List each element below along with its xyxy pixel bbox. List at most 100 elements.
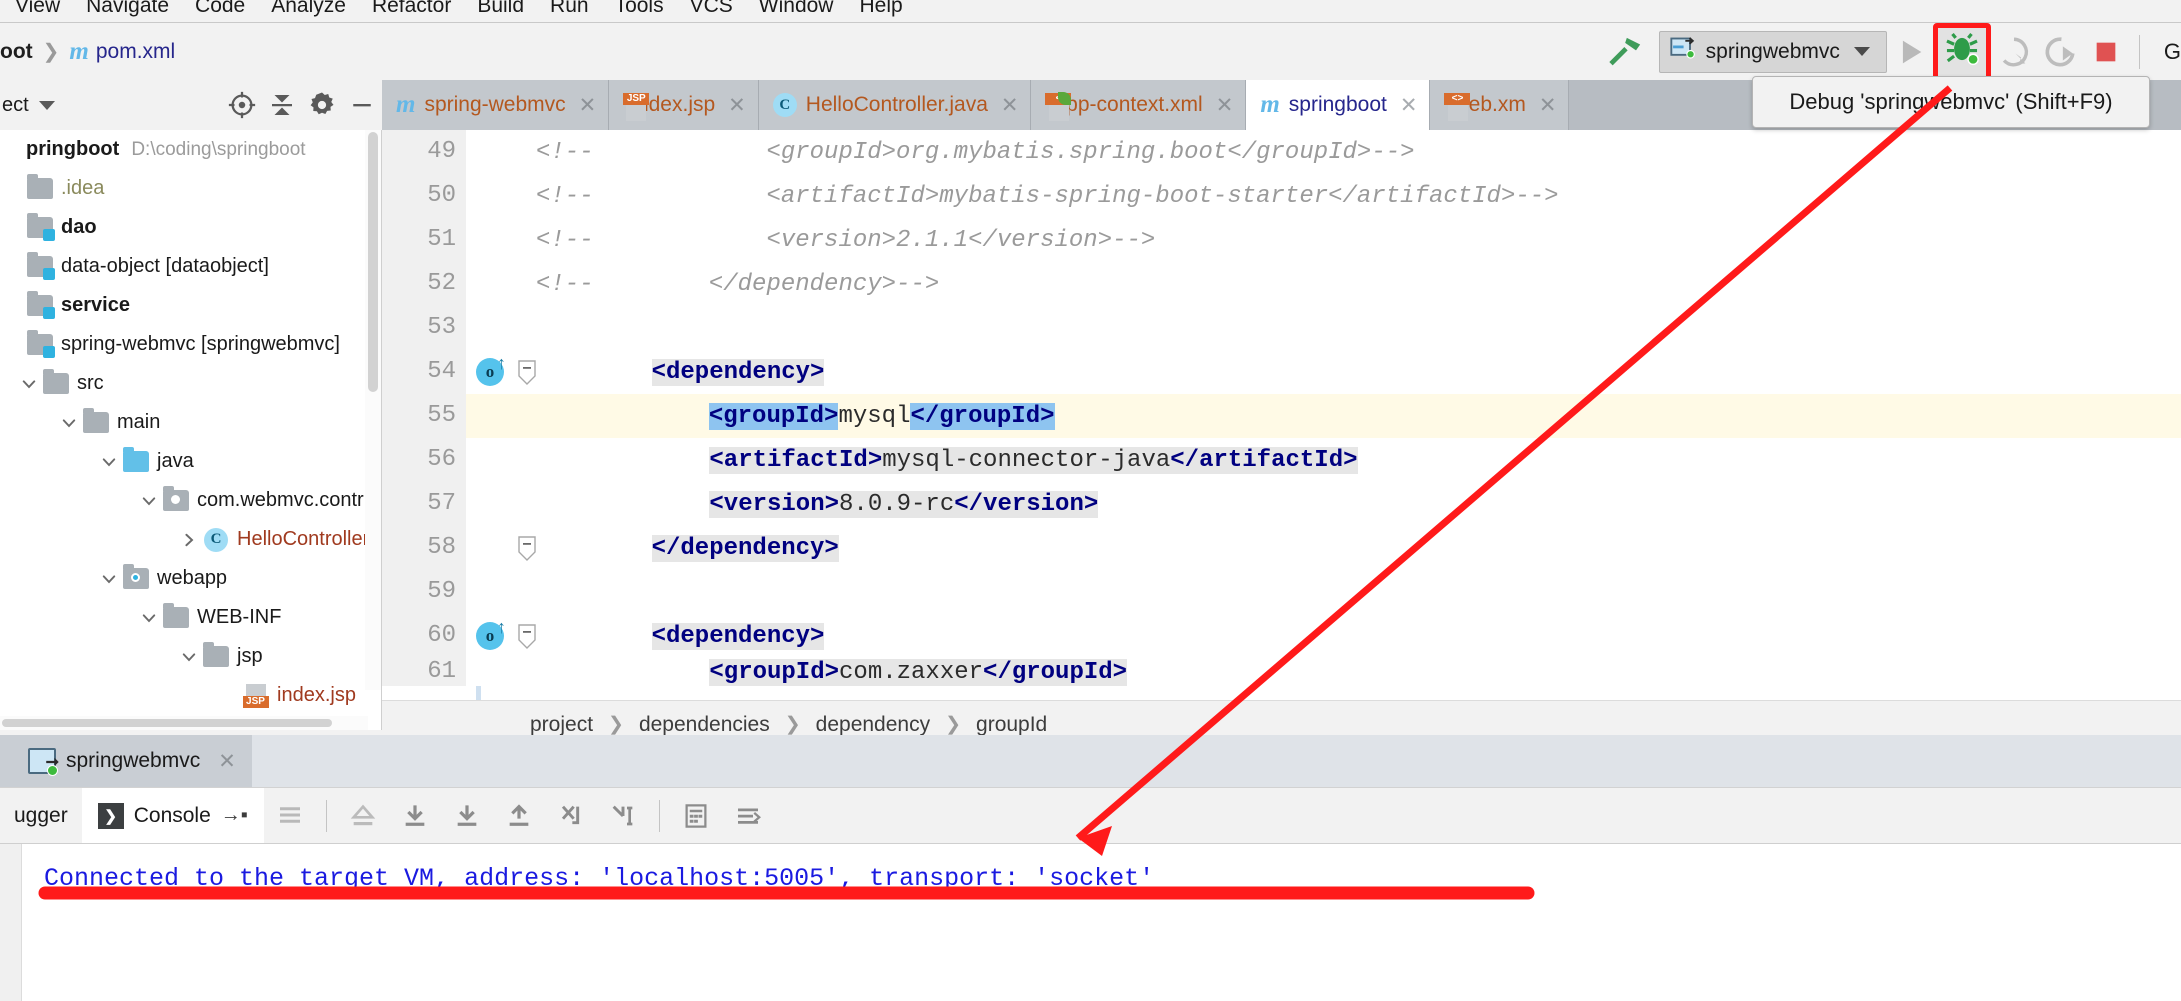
console-output-panel[interactable]: Connected to the target VM, address: 'lo… xyxy=(0,843,2181,1001)
chevron-down-icon[interactable] xyxy=(136,492,162,510)
code-line[interactable]: 52 <!-- </dependency>--> xyxy=(382,262,2181,306)
code-line[interactable]: 54 o ↑ <dependency> xyxy=(382,350,2181,394)
close-icon[interactable]: ✕ xyxy=(728,93,746,118)
editor-tab-spring-webmvc[interactable]: m spring-webmvc ✕ xyxy=(382,80,610,130)
debugger-tab-label[interactable]: ugger xyxy=(0,804,82,828)
code-line[interactable]: 50 <!-- <artifactId>mybatis-spring-boot-s… xyxy=(382,174,2181,218)
tab-console[interactable]: ❯ Console →▪ xyxy=(81,787,264,844)
code-line[interactable]: 53 xyxy=(382,306,2181,350)
breadcrumb-project[interactable]: project xyxy=(530,713,593,737)
code-line[interactable]: 57 <version>8.0.9-rc</version> xyxy=(382,482,2181,526)
project-tree-scrollbar[interactable] xyxy=(365,130,381,690)
chevron-down-icon[interactable] xyxy=(96,453,122,471)
close-icon[interactable]: ✕ xyxy=(1216,93,1234,118)
step-into-icon[interactable] xyxy=(441,788,493,844)
menu-item-refactor[interactable]: Refactor xyxy=(359,0,464,21)
menu-item-vcs[interactable]: VCS xyxy=(677,0,746,21)
close-icon[interactable]: ✕ xyxy=(1539,93,1557,118)
project-panel-title[interactable]: ect xyxy=(2,94,29,117)
menu-item-run[interactable]: Run xyxy=(537,0,602,21)
debug-button[interactable] xyxy=(1932,22,1991,81)
collapse-all-icon[interactable] xyxy=(262,85,302,125)
tree-item-data-object-dataobject[interactable]: data-object [dataobject] xyxy=(0,247,381,286)
breadcrumb-groupid[interactable]: groupId xyxy=(976,713,1047,737)
step-over-icon[interactable] xyxy=(389,788,441,844)
editor-tab-web-xm[interactable]: <> web.xm ✕ xyxy=(1430,80,1570,130)
chevron-right-icon[interactable] xyxy=(176,531,202,549)
menu-item-analyze[interactable]: Analyze xyxy=(258,0,359,21)
tree-item-java[interactable]: java xyxy=(0,442,381,481)
code-line[interactable]: 49 <!-- <groupId>org.mybatis.spring.boot<… xyxy=(382,130,2181,174)
pin-tab-icon[interactable]: →▪ xyxy=(221,804,248,827)
project-tree[interactable]: pringboot D:\coding\springboot .idea dao dat… xyxy=(0,130,382,730)
tree-item-dao[interactable]: dao xyxy=(0,208,381,247)
debug-session-tab[interactable]: ➞ springwebmvc ✕ xyxy=(0,735,252,787)
tree-item-jsp[interactable]: jsp xyxy=(0,637,381,676)
drop-frame-icon[interactable] xyxy=(545,788,597,844)
spring-bean-gutter-icon[interactable]: o ↑ xyxy=(476,617,506,650)
navbar-crumb-root[interactable]: oot xyxy=(0,40,33,64)
minimize-icon[interactable] xyxy=(342,85,382,125)
project-tree-hscrollbar[interactable] xyxy=(0,716,368,730)
evaluate-expression-icon[interactable] xyxy=(670,788,722,844)
close-icon[interactable]: ✕ xyxy=(1400,93,1418,118)
code-editor[interactable]: 49 <!-- <groupId>org.mybatis.spring.boot<… xyxy=(382,130,2181,700)
code-fold-icon[interactable] xyxy=(516,536,538,562)
spring-bean-gutter-icon[interactable]: o ↑ xyxy=(476,353,506,386)
tree-item-web-inf[interactable]: WEB-INF xyxy=(0,598,381,637)
code-line[interactable]: 60 o ↑ <dependency> xyxy=(382,614,2181,658)
menu-item-code[interactable]: Code xyxy=(182,0,258,21)
menu-item-view[interactable]: View xyxy=(2,0,73,21)
tree-item-main[interactable]: main xyxy=(0,403,381,442)
locate-icon[interactable] xyxy=(222,85,262,125)
run-configuration-selector[interactable]: springwebmvc xyxy=(1658,30,1887,73)
tree-item-hellocontroller[interactable]: C HelloController xyxy=(0,520,381,559)
code-line[interactable]: 51 <!-- <version>2.1.1</version>--> xyxy=(382,218,2181,262)
menu-item-window[interactable]: Window xyxy=(746,0,847,21)
code-line[interactable]: 61 <groupId>com.zaxxer</groupId> xyxy=(382,658,2181,686)
tree-item-index-jsp[interactable]: JSP index.jsp xyxy=(0,676,381,715)
run-to-cursor-icon[interactable] xyxy=(597,788,649,844)
menu-item-build[interactable]: Build xyxy=(464,0,537,21)
chevron-down-icon[interactable] xyxy=(96,570,122,588)
menu-item-tools[interactable]: Tools xyxy=(602,0,677,21)
show-as-list-icon[interactable] xyxy=(264,788,316,844)
run-with-coverage-button[interactable] xyxy=(1991,29,2037,75)
hammer-icon[interactable] xyxy=(1603,29,1649,75)
menu-item-help[interactable]: Help xyxy=(846,0,915,21)
chevron-down-icon[interactable] xyxy=(1853,47,1870,56)
force-step-into-icon[interactable] xyxy=(493,788,545,844)
navbar-crumb-file[interactable]: pom.xml xyxy=(96,40,175,64)
code-line[interactable]: 59 xyxy=(382,570,2181,614)
tree-item-pringboot[interactable]: pringboot D:\coding\springboot xyxy=(0,130,381,169)
close-icon[interactable]: ✕ xyxy=(218,749,236,774)
code-line[interactable]: 56 <artifactId>mysql-connector-java</arti… xyxy=(382,438,2181,482)
stop-button[interactable] xyxy=(2083,29,2129,75)
code-line[interactable]: 58 </dependency> xyxy=(382,526,2181,570)
code-line[interactable]: 55 <groupId>mysql</groupId> xyxy=(382,394,2181,438)
code-fold-icon[interactable] xyxy=(516,360,538,386)
chevron-down-icon[interactable] xyxy=(56,414,82,432)
tree-item-com-webmvc-contr[interactable]: com.webmvc.contr xyxy=(0,481,381,520)
chevron-down-icon[interactable] xyxy=(16,375,42,393)
settings-gear-icon[interactable] xyxy=(302,85,342,125)
tree-item-service[interactable]: service xyxy=(0,286,381,325)
profile-button[interactable] xyxy=(2037,29,2083,75)
editor-tab-hellocontroller-java[interactable]: C HelloController.java ✕ xyxy=(758,80,1032,130)
editor-tab-springboot[interactable]: m springboot ✕ xyxy=(1246,80,1431,130)
menu-item-navigate[interactable]: Navigate xyxy=(73,0,182,21)
chevron-down-icon[interactable] xyxy=(38,100,55,110)
tree-item-spring-webmvc-springwebmvc[interactable]: spring-webmvc [springwebmvc] xyxy=(0,325,381,364)
chevron-down-icon[interactable] xyxy=(176,648,202,666)
code-fold-icon[interactable] xyxy=(516,624,538,650)
breadcrumb-dependencies[interactable]: dependencies xyxy=(639,713,770,737)
run-button[interactable] xyxy=(1887,29,1933,75)
tree-item-webapp[interactable]: webapp xyxy=(0,559,381,598)
close-icon[interactable]: ✕ xyxy=(579,93,597,118)
step-out-icon[interactable] xyxy=(337,788,389,844)
close-icon[interactable]: ✕ xyxy=(1001,93,1019,118)
settings-lines-icon[interactable] xyxy=(722,788,774,844)
editor-tab-app-context-xml[interactable]: <app-context.xml✕ xyxy=(1031,80,1247,130)
editor-tab-index-jsp[interactable]: JSP index.jsp ✕ xyxy=(609,80,759,130)
tree-item-idea[interactable]: .idea xyxy=(0,169,381,208)
